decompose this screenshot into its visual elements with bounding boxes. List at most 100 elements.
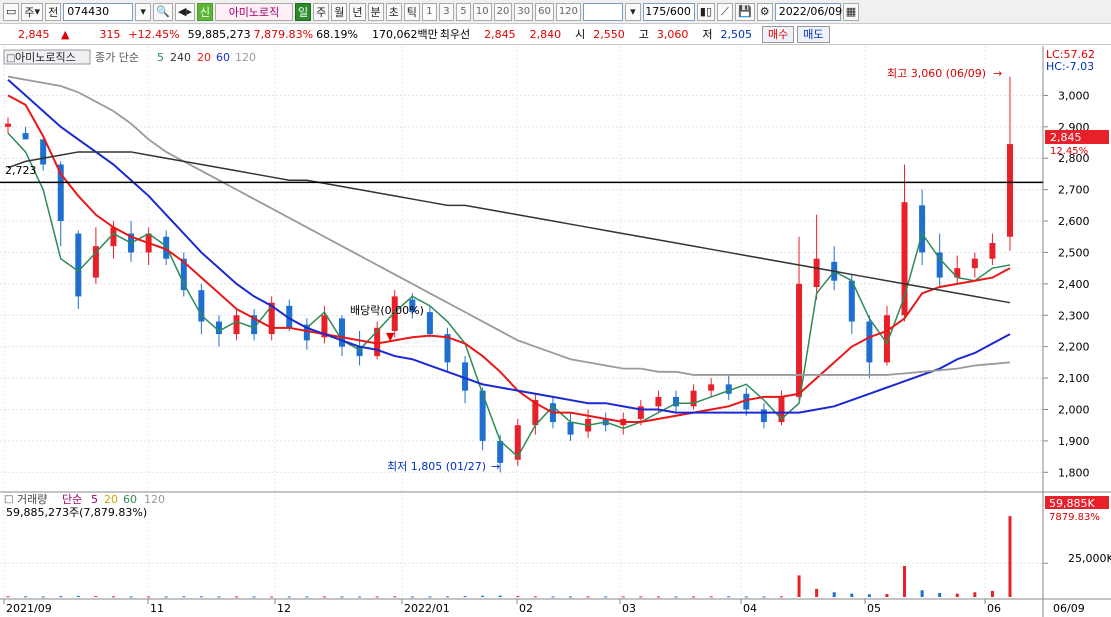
- minute-dropdown-icon[interactable]: ▾: [624, 2, 641, 21]
- minute-3[interactable]: 3: [438, 2, 454, 21]
- sell-button[interactable]: 매도: [797, 25, 830, 43]
- tab-period-second[interactable]: 초: [385, 2, 402, 21]
- ytick-label: 1,900: [1058, 435, 1090, 448]
- turnover-rate: 68.19%: [316, 27, 359, 41]
- volume-bar: [287, 596, 291, 598]
- minute-custom-input[interactable]: [582, 2, 623, 21]
- current-price-tag-text: 2,845: [1050, 131, 1082, 144]
- volume-bar: [76, 595, 80, 597]
- dividend-note: 배당락(0.00%): [350, 304, 424, 317]
- window-icon[interactable]: ▭: [3, 2, 20, 21]
- legend-ma240: 240: [170, 51, 191, 64]
- count-input[interactable]: 175/600: [642, 2, 695, 21]
- legend-ma60: 60: [216, 51, 230, 64]
- legend-ma120: 120: [235, 51, 256, 64]
- volume-bar: [322, 596, 326, 598]
- volume-bar: [938, 592, 942, 597]
- volume-bar: [358, 596, 362, 598]
- candle-body: [971, 258, 978, 269]
- best-label: 최우선: [439, 28, 471, 41]
- legend-ma5: 5: [157, 51, 164, 64]
- candle-icon[interactable]: ▮▯: [696, 2, 716, 21]
- volume-bar: [463, 596, 467, 598]
- volume-bar: [217, 596, 221, 598]
- legend-ma20: 20: [197, 51, 211, 64]
- volume-bar: [340, 596, 344, 598]
- minute-60[interactable]: 60: [535, 2, 554, 21]
- volume-bar: [498, 595, 502, 597]
- code-input[interactable]: 074430: [63, 2, 134, 21]
- minute-5[interactable]: 5: [455, 2, 471, 21]
- minute-10[interactable]: 10: [472, 2, 492, 21]
- best-ask: 2,845: [484, 27, 516, 41]
- vol-current-pct: 7879.83%: [1049, 512, 1100, 523]
- price-change-pct: +12.45%: [128, 27, 180, 41]
- ytick-label: 3,000: [1058, 89, 1090, 102]
- code-dropdown-icon[interactable]: ▾: [135, 2, 152, 21]
- volume-bar: [6, 596, 10, 598]
- tab-period-month[interactable]: 월: [331, 2, 348, 21]
- hc-value: HC:-7.03: [1046, 60, 1094, 73]
- calendar-icon[interactable]: ▦: [842, 2, 860, 21]
- volume-bar: [111, 596, 115, 598]
- volume-bar: [235, 596, 239, 598]
- ytick-label: 2,300: [1058, 309, 1090, 322]
- vol-ytick-label: 25,000K: [1068, 552, 1111, 565]
- volume-bar: [885, 594, 889, 597]
- candle-body: [708, 384, 715, 391]
- stock-chart[interactable]: 3,0002,9002,8002,7002,6002,5002,4002,300…: [0, 46, 1111, 617]
- volume-bar: [744, 596, 748, 598]
- volume-bar: [393, 596, 397, 598]
- ytick-label: 2,400: [1058, 278, 1090, 291]
- candle-body: [760, 409, 767, 423]
- candle-body: [75, 233, 82, 297]
- volume-bar: [674, 596, 678, 598]
- minute-120[interactable]: 120: [555, 2, 581, 21]
- best-bid: 2,840: [529, 27, 562, 41]
- tab-period-minute[interactable]: 분: [367, 2, 384, 21]
- tab-period-year[interactable]: 년: [349, 2, 366, 21]
- volume-bar: [815, 588, 819, 597]
- vol-legend-name: 거래량: [17, 493, 47, 506]
- volume-bar: [428, 596, 432, 598]
- volume-bar: [903, 565, 907, 597]
- volume-bar: [850, 593, 854, 597]
- volume-bar: [59, 596, 63, 598]
- minute-1[interactable]: 1: [421, 2, 437, 21]
- minute-30[interactable]: 30: [514, 2, 534, 21]
- date-input[interactable]: 2022/06/09: [774, 2, 842, 21]
- volume-bar: [1008, 516, 1012, 597]
- volume-bar: [375, 596, 379, 598]
- period-select[interactable]: 전: [45, 2, 62, 21]
- quote-bar: 2,845 ▲ 315 +12.45% 59,885,273 7,879.83%…: [0, 24, 1111, 45]
- volume-bar: [516, 596, 520, 598]
- minute-20[interactable]: 20: [493, 2, 513, 21]
- volume-bar: [199, 596, 203, 598]
- tab-period-week[interactable]: 주: [313, 2, 330, 21]
- open-price: 2,550: [593, 27, 625, 41]
- tab-period-day[interactable]: 일: [295, 2, 312, 21]
- volume-bar: [147, 596, 151, 598]
- buy-button[interactable]: 매수: [762, 25, 795, 43]
- high-price: 3,060: [656, 27, 689, 41]
- xtick-label: 11: [150, 602, 164, 615]
- xtick-label: 06: [987, 602, 1001, 615]
- search-icon[interactable]: 🔍: [153, 2, 173, 21]
- vol-current-tag-text: 59,885K: [1049, 497, 1095, 510]
- volume-icon[interactable]: ◀▸: [174, 2, 195, 21]
- save-icon[interactable]: 💾: [735, 2, 755, 21]
- dividend-arrow-icon: ▼: [386, 330, 395, 343]
- line-tool-icon[interactable]: ⟋: [717, 2, 734, 21]
- gear-icon[interactable]: ⚙: [756, 2, 773, 21]
- tab-period-tick[interactable]: 틱: [403, 2, 420, 21]
- candle-body: [22, 133, 29, 140]
- market-select[interactable]: 주 ▾: [21, 2, 44, 21]
- stock-name[interactable]: 아미노로직: [215, 2, 293, 21]
- volume-bar: [41, 596, 45, 598]
- current-price: 2,845 ▲: [18, 27, 70, 41]
- xtick-label: 2021/09: [6, 602, 52, 615]
- candle-body: [426, 312, 433, 335]
- ytick-label: 2,000: [1058, 403, 1090, 416]
- xtick-label: 05: [867, 602, 881, 615]
- xtick-label: 12: [277, 602, 291, 615]
